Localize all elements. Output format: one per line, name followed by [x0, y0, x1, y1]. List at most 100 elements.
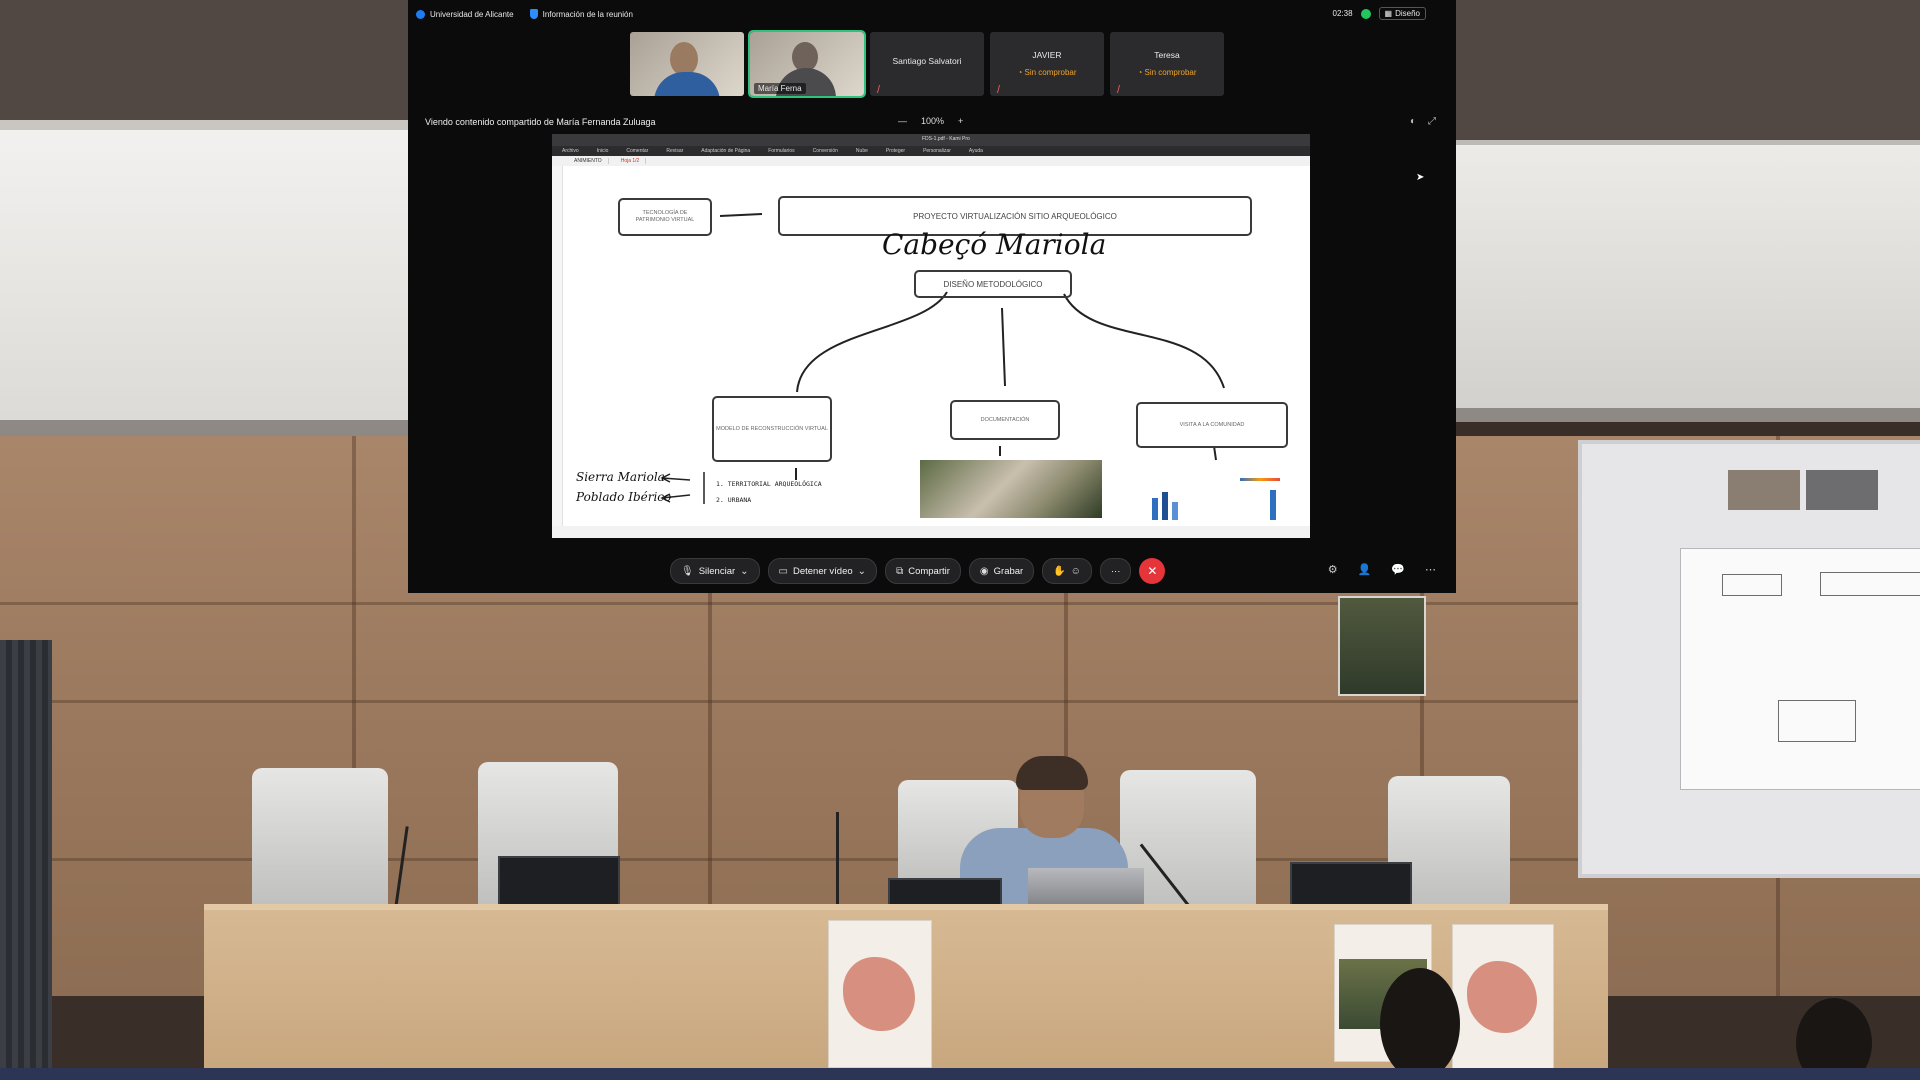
- participant-tile[interactable]: [630, 32, 744, 96]
- list-note-1: 1. TERRITORIAL ARQUEOLÓGICA: [716, 480, 822, 488]
- meeting-info-button[interactable]: Información de la reunión: [529, 9, 633, 19]
- participants-icon[interactable]: 👤: [1358, 563, 1372, 576]
- site-photo: [920, 460, 1102, 518]
- participant-status: ◔ Sin comprobar: [990, 68, 1104, 77]
- more-icon[interactable]: ⋯: [1425, 563, 1436, 576]
- diagram-box-technology: TECNOLOGÍA DE PATRIMONIO VIRTUAL: [618, 198, 712, 236]
- meeting-time: 02:38: [1332, 9, 1353, 18]
- diagram-box-reconstruction: MODELO DE RECONSTRUCCIÓN VIRTUAL: [712, 396, 832, 462]
- panel-controls: ⚙ 👤 💬 ⋯: [1328, 563, 1436, 576]
- apps-icon[interactable]: ⚙: [1328, 563, 1338, 576]
- participant-name: Teresa: [1154, 50, 1180, 60]
- diagram-box-community: VISITA A LA COMUNIDAD: [1136, 402, 1288, 448]
- record-button[interactable]: ◉ Grabar: [968, 558, 1035, 584]
- share-label: Compartir: [908, 565, 950, 577]
- chair: [252, 768, 388, 908]
- clock-icon: ◔: [1137, 68, 1145, 77]
- layout-button[interactable]: ▦ Diseño: [1378, 7, 1426, 20]
- projected-box: [1778, 700, 1856, 742]
- projected-box: [1722, 574, 1782, 596]
- stop-video-button[interactable]: ▭ Detener vídeo ⌄: [767, 558, 878, 584]
- zoom-out-button[interactable]: —: [898, 116, 907, 126]
- table-poster: [828, 920, 932, 1068]
- wall-poster: [1338, 596, 1426, 696]
- participant-name: Santiago Salvatori: [892, 56, 962, 66]
- org-badge[interactable]: Universidad de Alicante: [416, 9, 514, 19]
- layout-label: Diseño: [1395, 9, 1420, 18]
- mic-muted-icon: [876, 85, 887, 93]
- ceiling-panel-left: [0, 130, 410, 430]
- share-banner: Viendo contenido compartido de María Fer…: [425, 117, 656, 127]
- participant-face: [670, 42, 698, 76]
- record-label: Grabar: [993, 565, 1024, 577]
- org-logo-icon: [416, 9, 425, 19]
- security-status-icon[interactable]: [1360, 8, 1371, 19]
- end-call-button[interactable]: ✕: [1139, 558, 1166, 584]
- chat-icon[interactable]: 💬: [1391, 563, 1405, 576]
- audience-seats: [0, 1068, 1920, 1080]
- microphone: [836, 812, 839, 908]
- emoji-icon: ☺: [1070, 565, 1081, 577]
- meeting-controls: 🎙 Silenciar ⌄ ▭ Detener vídeo ⌄ ⧉ Compar…: [670, 558, 1166, 584]
- raise-hand-icon: ✋: [1053, 565, 1066, 577]
- list-note-2: 2. URBANA: [716, 496, 752, 504]
- participant-tile[interactable]: Teresa ◔ Sin comprobar: [1110, 32, 1224, 96]
- participant-status-text: Sin comprobar: [1144, 68, 1197, 77]
- chevron-down-icon[interactable]: ⌄: [858, 566, 866, 577]
- mouse-cursor-icon: ➤: [1416, 172, 1425, 183]
- handwritten-note-poblado: Poblado Ibérico: [576, 490, 672, 504]
- participant-status: ◔ Sin comprobar: [1110, 68, 1224, 77]
- zoom-in-button[interactable]: +: [958, 116, 963, 126]
- meeting-info-label: Información de la reunión: [542, 9, 633, 19]
- participant-status-text: Sin comprobar: [1024, 68, 1077, 77]
- mute-button[interactable]: 🎙 Silenciar ⌄: [670, 558, 760, 584]
- meeting-top-bar: Universidad de Alicante Información de l…: [408, 0, 1456, 28]
- reactions-button[interactable]: ✋ ☺: [1042, 558, 1092, 584]
- meeting-window: Universidad de Alicante Información de l…: [408, 0, 1456, 593]
- org-name: Universidad de Alicante: [430, 9, 514, 19]
- speaker-hair: [1016, 756, 1088, 790]
- participant-shoulders: [654, 72, 720, 96]
- more-options-button[interactable]: ···: [1099, 558, 1132, 584]
- microphone-icon: 🎙: [681, 565, 694, 577]
- left-pillar: [0, 640, 52, 1080]
- projected-video-thumb: [1806, 470, 1878, 510]
- chevron-down-icon[interactable]: ⌄: [740, 566, 748, 577]
- participant-strip: María Ferna Santiago Salvatori JAVIER ◔ …: [630, 30, 1224, 98]
- grid-icon: ▦: [1384, 9, 1393, 18]
- projected-box: [1820, 572, 1920, 596]
- audience-head: [1380, 968, 1460, 1080]
- participant-name-label: María Ferna: [754, 83, 806, 94]
- app-status-bar: [552, 526, 1310, 538]
- share-screen-icon: ⧉: [896, 565, 904, 577]
- mute-label: Silenciar: [698, 565, 736, 577]
- more-label: ···: [1110, 565, 1121, 577]
- ceiling-panel-right: [1455, 145, 1920, 415]
- participant-tile-active[interactable]: María Ferna: [748, 30, 866, 98]
- camera-icon: ▭: [778, 565, 788, 577]
- zoom-level: 100%: [921, 116, 945, 126]
- record-icon: ◉: [979, 565, 989, 577]
- stop-video-label: Detener vídeo: [792, 565, 853, 577]
- clock-icon: ◔: [1017, 68, 1025, 77]
- handwritten-note-sierra: Sierra Mariola: [576, 470, 665, 484]
- diagram-box-documentation: DOCUMENTACIÓN: [950, 400, 1060, 440]
- diagram-box-method: DISEÑO METODOLÓGICO: [914, 270, 1072, 298]
- beam-right: [1455, 408, 1920, 422]
- mic-muted-icon: [996, 85, 1007, 93]
- share-button[interactable]: ⧉ Compartir: [885, 558, 961, 584]
- shield-icon: [529, 9, 538, 19]
- participant-tile[interactable]: JAVIER ◔ Sin comprobar: [990, 32, 1104, 96]
- participant-tile[interactable]: Santiago Salvatori: [870, 32, 984, 96]
- legend-chart: [1150, 470, 1300, 520]
- handwritten-title: Cabeçó Mariola: [882, 228, 1107, 261]
- fullscreen-icon[interactable]: ⤢: [1428, 116, 1436, 127]
- zoom-control: — 100% +: [898, 116, 963, 126]
- table-poster: [1452, 924, 1554, 1070]
- shared-screen[interactable]: FDS-1.pdf - Kami Pro Archivo Inicio Come…: [552, 134, 1310, 538]
- annotate-icon[interactable]: ◐: [1410, 116, 1416, 127]
- projected-video-thumb: [1728, 470, 1800, 510]
- view-options: ◐ ⤢: [1410, 116, 1436, 127]
- mic-muted-icon: [1116, 85, 1127, 93]
- beam-left: [0, 420, 410, 436]
